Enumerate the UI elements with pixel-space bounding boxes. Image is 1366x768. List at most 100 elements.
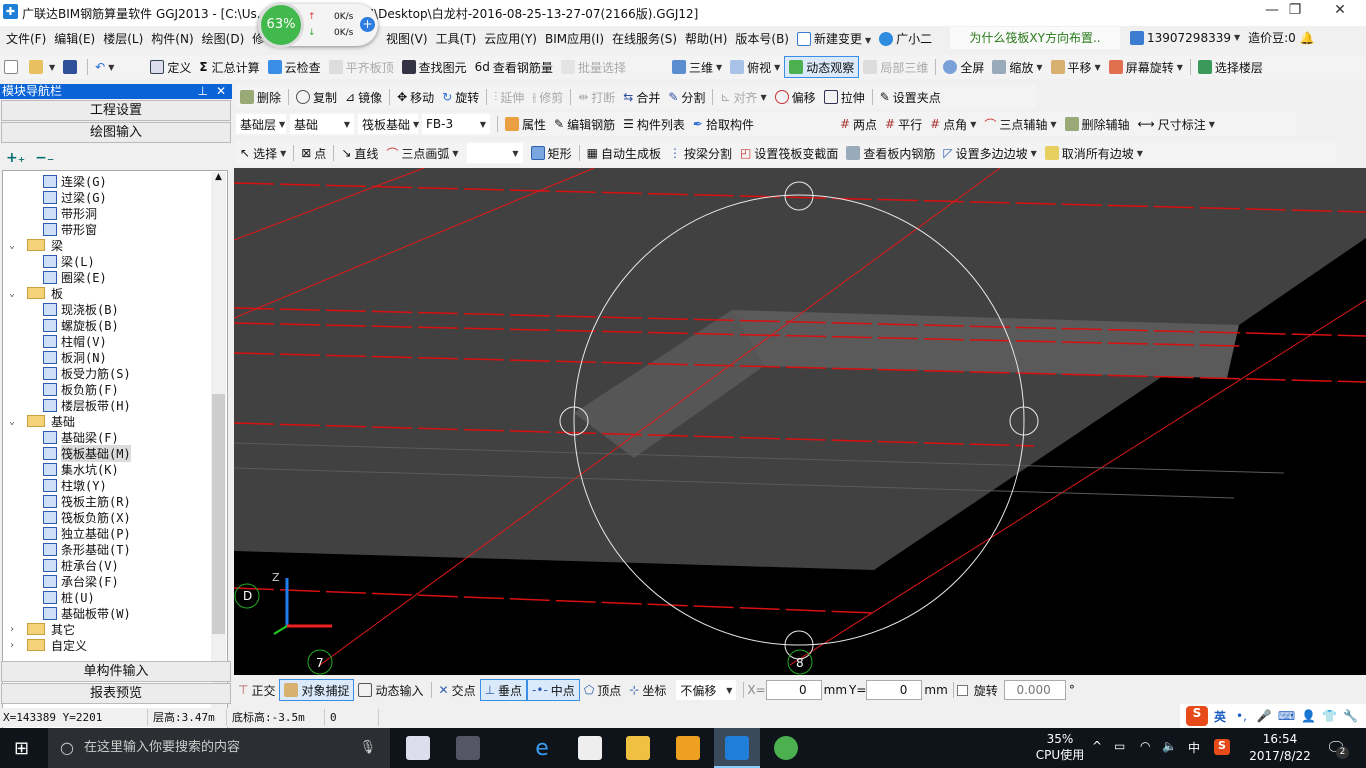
fullscreen-button[interactable]: 全屏 — [939, 56, 988, 78]
microphone-icon[interactable]: 🎙 — [359, 728, 376, 768]
cancel-slope-button[interactable]: 取消所有边坡 ▼ — [1041, 142, 1147, 164]
split-by-beam-button[interactable]: ⋮ 按梁分割 — [665, 142, 736, 164]
wifi-icon[interactable]: ◠ — [1140, 739, 1150, 753]
select-button[interactable]: ↖ 选择 ▼ — [236, 142, 290, 164]
360-icon[interactable] — [774, 736, 798, 760]
tree-item[interactable]: 桩(U) — [43, 589, 95, 605]
stretch-button[interactable]: 拉伸 — [820, 86, 869, 108]
user-icon[interactable]: 👤 — [1301, 709, 1316, 723]
3d-scene[interactable]: D 7 8 Z — [233, 167, 1366, 675]
arc-button[interactable]: ⌒ 三点画弧 ▼ — [382, 142, 462, 164]
scroll-up-icon[interactable]: ▲ — [211, 172, 226, 182]
component-list-button[interactable]: ☰ 构件列表 — [619, 113, 689, 135]
menu-component[interactable]: 构件(N) — [147, 30, 197, 47]
tree-item[interactable]: 独立基础(P) — [43, 525, 131, 541]
auto-generate-button[interactable]: ▦ 自动生成板 — [583, 142, 665, 164]
mirror-button[interactable]: ⊿ 镜像 — [341, 86, 386, 108]
extend-button[interactable]: ⫶ 延伸 — [490, 86, 528, 108]
tree-item[interactable]: 承台梁(F) — [43, 573, 119, 589]
hint-link[interactable]: 为什么筏板XY方向布置.. — [950, 27, 1120, 49]
taskbar-search[interactable]: ○ 在这里输入你要搜索的内容 🎙 — [48, 728, 390, 768]
vertex-snap[interactable]: ⬠ 顶点 — [580, 679, 625, 701]
keyboard-icon[interactable]: ⌨ — [1278, 709, 1295, 723]
variable-section-button[interactable]: ◰ 设置筏板变截面 — [736, 142, 842, 164]
edge-icon[interactable]: e — [530, 736, 554, 761]
user-account[interactable]: 13907298339 ▼ 造价豆:0 🔔 — [1130, 29, 1315, 46]
skin-icon[interactable]: 👕 — [1322, 709, 1337, 723]
tree-item[interactable]: 圈梁(E) — [43, 269, 107, 285]
close-panel-icon[interactable]: ✕ — [216, 84, 226, 99]
punctuation-icon[interactable]: •, — [1236, 709, 1247, 723]
tree-item[interactable]: 带形洞 — [43, 205, 97, 221]
dynamic-input-toggle[interactable]: 动态输入 — [354, 679, 427, 701]
menu-view[interactable]: 视图(V) — [382, 30, 432, 47]
scroll-thumb[interactable] — [212, 394, 225, 634]
dimension-button[interactable]: ⟷ 尺寸标注 ▼ — [1134, 113, 1219, 135]
ime-indicator[interactable]: 中 — [1188, 739, 1200, 756]
dynamic-observe-button[interactable]: 动态观察 — [784, 56, 860, 78]
trim-button[interactable]: ⫲ 修剪 — [528, 86, 567, 108]
notes-app-icon[interactable] — [676, 736, 700, 760]
parallel-axis-button[interactable]: # 平行 — [881, 113, 926, 135]
y-offset-input[interactable]: 0 — [866, 680, 923, 700]
app-icon-2[interactable] — [456, 736, 480, 760]
tree-folder[interactable]: › 自定义 — [9, 637, 87, 653]
set-grip-button[interactable]: ✎ 设置夹点 — [876, 86, 945, 108]
file-explorer-icon[interactable] — [626, 736, 650, 760]
define-button[interactable]: 定义 — [146, 56, 195, 78]
point-button[interactable]: ⊠ 点 — [297, 142, 330, 164]
menu-version[interactable]: 版本号(B) — [731, 30, 793, 47]
set-slope-button[interactable]: ◸ 设置多边边坡 ▼ — [939, 142, 1040, 164]
rotate-checkbox[interactable] — [956, 684, 968, 696]
volume-icon[interactable]: 🔈 — [1162, 739, 1177, 753]
merge-button[interactable]: ⇆ 合并 — [619, 86, 664, 108]
3d-button[interactable]: 三维 ▼ — [668, 56, 726, 78]
collapse-all-icon[interactable]: −₋ — [35, 150, 54, 166]
tree-item[interactable]: 筏板主筋(R) — [43, 493, 131, 509]
notification-center-icon[interactable]: 🗨 2 — [1326, 738, 1349, 759]
ortho-toggle[interactable]: ⊤ 正交 — [234, 679, 279, 701]
rotate-button[interactable]: ↻ 旋转 — [438, 86, 483, 108]
assistant-button[interactable]: 广小二 — [875, 30, 936, 47]
three-point-axis-button[interactable]: ⌒ 三点辅轴 ▼ — [980, 113, 1060, 135]
tree-item[interactable]: 筏板基础(M) — [43, 444, 131, 462]
menu-floor[interactable]: 楼层(L) — [99, 30, 147, 47]
tree-item[interactable]: 楼层板带(H) — [43, 397, 131, 413]
two-point-axis-button[interactable]: # 两点 — [836, 113, 881, 135]
tree-item[interactable]: 板洞(N) — [43, 349, 107, 365]
tree-item[interactable]: 桩承台(V) — [43, 557, 119, 573]
clock[interactable]: 16:54 2017/8/22 — [1244, 731, 1316, 765]
save-button[interactable] — [59, 56, 84, 78]
copy-button[interactable]: 复制 — [292, 86, 341, 108]
rotate-angle-input[interactable]: 0.000 — [1003, 680, 1066, 700]
chevron-up-icon[interactable]: ^ — [1092, 739, 1102, 753]
pan-button[interactable]: 平移 ▼ — [1047, 56, 1105, 78]
screen-rotate-button[interactable]: 屏幕旋转 ▼ — [1105, 56, 1187, 78]
view-slab-rebar-button[interactable]: 查看板内钢筋 — [842, 142, 939, 164]
bell-icon[interactable]: 🔔 — [1300, 31, 1315, 45]
intersection-snap[interactable]: ✕ 交点 — [435, 679, 480, 701]
tree-item[interactable]: 板负筋(F) — [43, 381, 119, 397]
chevron-down-icon[interactable]: ⌄ — [9, 240, 21, 251]
arc-option-select[interactable]: ▼ — [466, 143, 523, 163]
align-top-button[interactable]: 平齐板顶 — [325, 56, 398, 78]
undo-button[interactable]: ↶ ▼ — [91, 56, 118, 78]
restore-button[interactable]: ❐ — [1275, 2, 1315, 22]
microphone-icon[interactable]: 🎤 — [1257, 709, 1272, 723]
tab-drawing-input[interactable]: 绘图输入 — [1, 122, 231, 143]
store-icon[interactable] — [578, 736, 602, 760]
perpendicular-snap[interactable]: ⊥ 垂点 — [479, 679, 528, 701]
edit-rebar-button[interactable]: ✎ 编辑钢筋 — [550, 113, 619, 135]
windows-start-icon[interactable]: ⊞ — [14, 738, 29, 759]
offset-mode-select[interactable]: 不偏移 ▼ — [676, 680, 737, 700]
break-button[interactable]: ⇹ 打断 — [574, 86, 619, 108]
ime-language[interactable]: 英 — [1214, 708, 1226, 725]
line-button[interactable]: ↘ 直线 — [337, 142, 382, 164]
pinwheel-app-icon[interactable] — [406, 736, 430, 760]
tree-folder[interactable]: ⌄ 板 — [9, 285, 63, 301]
plus-icon[interactable]: + — [360, 17, 375, 32]
tree-item[interactable]: 梁(L) — [43, 253, 95, 269]
open-button[interactable]: ▼ — [25, 56, 59, 78]
chevron-right-icon[interactable]: › — [9, 640, 21, 651]
tab-single-component-input[interactable]: 单构件输入 — [1, 661, 231, 682]
